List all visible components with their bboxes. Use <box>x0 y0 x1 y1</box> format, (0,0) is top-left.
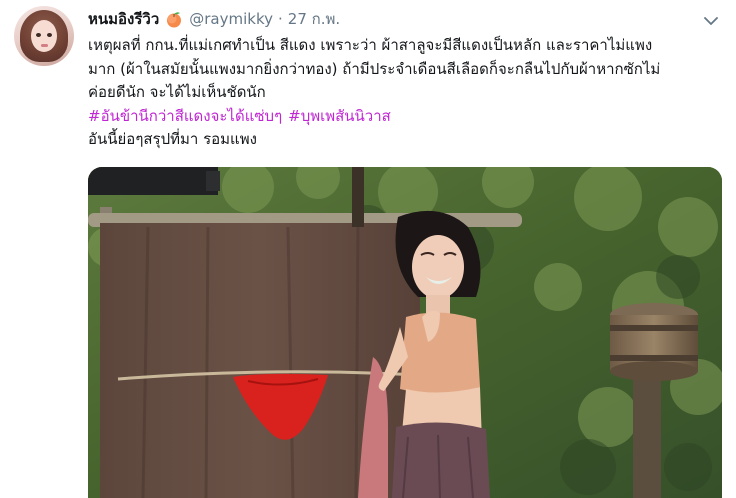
avatar-eye-right <box>47 33 52 37</box>
tweet-line: เหตุผลที่ กกน.ที่แม่เกศทำเป็น สีแดง เพรา… <box>88 36 653 54</box>
avatar-face <box>31 20 57 52</box>
tweet-photo[interactable] <box>88 167 722 498</box>
chevron-down-icon[interactable] <box>700 10 722 32</box>
tweet-header: หนมอิงรีวิว @raymikky · 27 ก.พ. <box>88 6 340 32</box>
profile-avatar[interactable] <box>14 6 74 66</box>
hashtag-row: #อันข้านีกว่าสีแดงจะได้แซ่บๆ #บุพเพสันนิว… <box>88 105 728 129</box>
separator-dot: · <box>278 10 283 28</box>
hashtag-link[interactable]: #บุพเพสันนิวาส <box>288 107 391 125</box>
display-name[interactable]: หนมอิงรีวิว <box>88 7 159 31</box>
tweet-line: มาก (ผ้าในสมัยนั้นแพงมากยิ่งกว่าทอง) ถ้า… <box>88 59 661 78</box>
tweet-closing-line: อันนี้ย่อๆสรุปที่มา รอมแพง <box>88 130 257 148</box>
photo-illustration <box>88 167 722 498</box>
user-handle[interactable]: @raymikky <box>189 10 273 28</box>
avatar-eye-left <box>36 33 41 37</box>
tweet-text: เหตุผลที่ กกน.ที่แม่เกศทำเป็น สีแดง เพรา… <box>88 34 728 152</box>
tweet-line: ค่อยดีนัก จะได้ไม่เห็นชัดนัก <box>88 83 266 101</box>
tweet-date[interactable]: 27 ก.พ. <box>288 7 340 31</box>
avatar-lips <box>41 44 48 47</box>
hashtag-link[interactable]: #อันข้านีกว่าสีแดงจะได้แซ่บๆ <box>88 107 282 125</box>
peach-icon <box>165 10 183 28</box>
